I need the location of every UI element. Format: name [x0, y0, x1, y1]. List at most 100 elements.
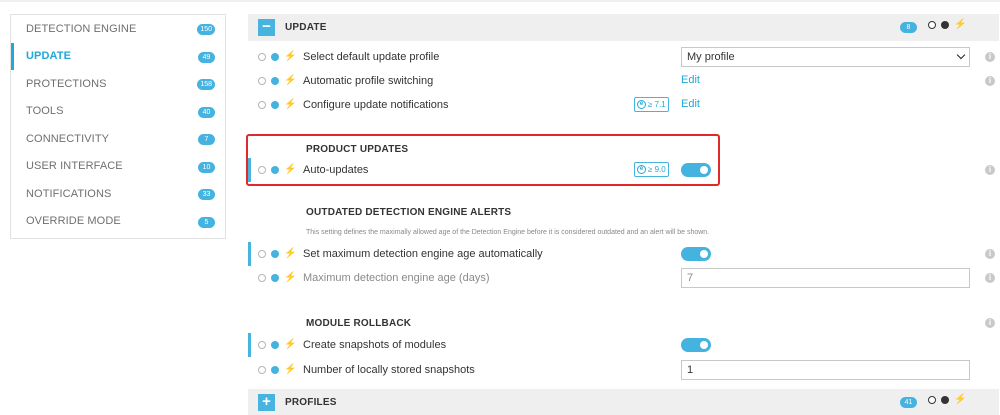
module-rollback-heading: MODULE ROLLBACK	[306, 318, 412, 329]
section-title: PROFILES	[285, 397, 337, 408]
toggle-knob	[700, 250, 708, 258]
setting-label: Maximum detection engine age (days)	[303, 272, 490, 284]
policy-flags: ⚡	[928, 395, 966, 405]
setting-row-max-age: ⚡ Maximum detection engine age (days) 7 …	[248, 266, 999, 290]
setting-label: Create snapshots of modules	[303, 339, 447, 351]
update-profile-select[interactable]: My profile	[681, 47, 970, 67]
setting-row-auto-age: ⚡ Set maximum detection engine age autom…	[248, 242, 999, 266]
version-badge: e ≥ 7.1	[634, 97, 669, 112]
count-badge: 33	[198, 189, 215, 200]
bolt-icon[interactable]: ⚡	[284, 76, 296, 86]
force-dot-icon[interactable]	[941, 21, 949, 29]
sidebar-item-label: NOTIFICATIONS	[26, 187, 112, 200]
stored-snapshots-input[interactable]: 1	[681, 360, 970, 380]
sidebar-item-label: DETECTION ENGINE	[26, 22, 137, 35]
force-dot-icon[interactable]	[271, 366, 279, 374]
count-badge: 5	[198, 216, 215, 228]
apply-ring-icon[interactable]	[258, 53, 266, 61]
sidebar-item-label: CONNECTIVITY	[26, 132, 110, 145]
bolt-icon[interactable]: ⚡	[284, 100, 296, 110]
setting-row-profile-switching: ⚡ Automatic profile switching Edit i	[248, 69, 999, 93]
setting-label: Select default update profile	[303, 51, 440, 63]
setting-label: Automatic profile switching	[303, 75, 434, 87]
row-flags: ⚡	[258, 76, 296, 86]
sidebar-item-override-mode[interactable]: OVERRIDE MODE 5	[11, 208, 225, 236]
info-icon[interactable]: i	[985, 165, 995, 175]
select-value: My profile	[687, 51, 735, 63]
force-dot-icon[interactable]	[271, 341, 279, 349]
setting-row-default-profile: ⚡ Select default update profile My profi…	[248, 45, 999, 69]
force-dot-icon[interactable]	[271, 53, 279, 61]
row-flags: ⚡	[258, 100, 296, 110]
force-dot-icon[interactable]	[271, 250, 279, 258]
apply-ring-icon[interactable]	[258, 250, 266, 258]
row-flags: ⚡	[258, 340, 296, 350]
count-badge: 40	[198, 106, 215, 118]
chevron-down-icon	[956, 50, 966, 60]
apply-ring-icon[interactable]	[258, 77, 266, 85]
sidebar-item-detection-engine[interactable]: DETECTION ENGINE 150	[11, 15, 225, 43]
count-badge: 41	[900, 397, 917, 408]
toggle-knob	[700, 341, 708, 349]
product-icon: e	[637, 100, 646, 109]
count-badge: 150	[197, 24, 215, 35]
bolt-icon[interactable]: ⚡	[284, 273, 296, 283]
sidebar-item-label: OVERRIDE MODE	[26, 215, 121, 228]
count-badge: 158	[197, 79, 215, 90]
apply-ring-icon[interactable]	[928, 21, 936, 29]
bolt-icon[interactable]: ⚡	[954, 395, 966, 405]
bolt-icon[interactable]: ⚡	[284, 365, 296, 375]
info-icon[interactable]: i	[985, 273, 995, 283]
max-age-input[interactable]: 7	[681, 268, 970, 288]
version-text: ≥ 7.1	[648, 100, 666, 109]
info-icon[interactable]: i	[985, 318, 995, 328]
sidebar-item-label: UPDATE	[26, 50, 72, 63]
update-section-header: − UPDATE 8 ⚡	[248, 14, 999, 41]
apply-ring-icon[interactable]	[258, 366, 266, 374]
setting-label: Configure update notifications	[303, 99, 449, 111]
info-icon[interactable]: i	[985, 52, 995, 62]
edit-link[interactable]: Edit	[681, 98, 700, 110]
snapshots-toggle[interactable]	[681, 338, 711, 352]
setting-row-snapshots: ⚡ Create snapshots of modules	[248, 333, 999, 357]
force-dot-icon[interactable]	[271, 274, 279, 282]
count-badge: 7	[198, 134, 215, 145]
apply-ring-icon[interactable]	[258, 101, 266, 109]
row-flags: ⚡	[258, 249, 296, 259]
auto-age-toggle[interactable]	[681, 247, 711, 261]
sidebar-item-label: PROTECTIONS	[26, 77, 107, 90]
force-dot-icon[interactable]	[271, 77, 279, 85]
sidebar-item-user-interface[interactable]: USER INTERFACE 10	[11, 153, 225, 181]
force-dot-icon[interactable]	[271, 101, 279, 109]
expand-button[interactable]: +	[258, 394, 275, 411]
setting-row-update-notifications: ⚡ Configure update notifications e ≥ 7.1…	[248, 93, 999, 117]
settings-sidebar: DETECTION ENGINE 150 UPDATE 49 PROTECTIO…	[10, 14, 226, 239]
collapse-button[interactable]: −	[258, 19, 275, 36]
highlight-box	[246, 134, 720, 186]
sidebar-item-label: USER INTERFACE	[26, 160, 123, 173]
edit-link[interactable]: Edit	[681, 74, 700, 86]
top-divider	[0, 0, 1000, 2]
bolt-icon[interactable]: ⚡	[284, 52, 296, 62]
bolt-icon[interactable]: ⚡	[284, 340, 296, 350]
sidebar-item-protections[interactable]: PROTECTIONS 158	[11, 70, 225, 98]
count-badge: 10	[198, 161, 215, 173]
sidebar-item-notifications[interactable]: NOTIFICATIONS 33	[11, 180, 225, 208]
apply-ring-icon[interactable]	[258, 341, 266, 349]
bolt-icon[interactable]: ⚡	[954, 20, 966, 30]
apply-ring-icon[interactable]	[928, 396, 936, 404]
outdated-alerts-description: This setting defines the maximally allow…	[306, 229, 710, 236]
profiles-section-header: + PROFILES 41 ⚡	[248, 389, 999, 415]
count-badge: 8	[900, 22, 917, 33]
count-badge: 49	[198, 51, 215, 63]
info-icon[interactable]: i	[985, 76, 995, 86]
sidebar-item-connectivity[interactable]: CONNECTIVITY 7	[11, 125, 225, 153]
force-dot-icon[interactable]	[941, 396, 949, 404]
bolt-icon[interactable]: ⚡	[284, 249, 296, 259]
setting-row-stored-snapshots: ⚡ Number of locally stored snapshots 1	[248, 358, 999, 382]
sidebar-item-update[interactable]: UPDATE 49	[11, 42, 225, 70]
outdated-alerts-heading: OUTDATED DETECTION ENGINE ALERTS	[306, 207, 512, 218]
apply-ring-icon[interactable]	[258, 274, 266, 282]
info-icon[interactable]: i	[985, 249, 995, 259]
sidebar-item-tools[interactable]: TOOLS 40	[11, 98, 225, 126]
